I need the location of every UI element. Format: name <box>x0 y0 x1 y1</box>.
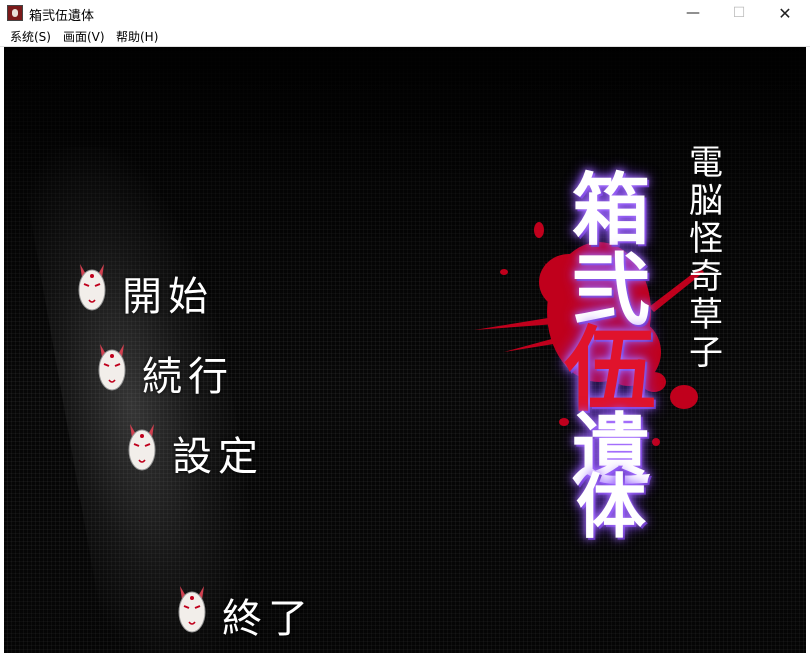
menu-start-label: 開始 <box>122 274 214 320</box>
kitsune-mask-icon <box>78 264 106 311</box>
menu-continue-label: 続行 <box>142 354 234 400</box>
menu-quit-label: 終了 <box>222 596 314 642</box>
logo-char-1: 箱 <box>572 165 651 256</box>
kitsune-mask-icon <box>128 424 156 471</box>
menu-view[interactable]: 画面(V) <box>63 28 105 45</box>
game-canvas[interactable]: 箱 弐 伍 遺 体 電脳怪奇草子 開始 続行 設定 終了 <box>4 47 806 653</box>
menu-settings-label: 設定 <box>172 434 264 480</box>
minimize-button[interactable]: — <box>670 0 716 27</box>
logo-char-5: 体 <box>576 465 646 548</box>
app-icon <box>7 5 23 21</box>
window-titlebar: 箱弐伍遺体 — ☐ ✕ <box>0 0 810 27</box>
kitsune-mask-icon <box>98 344 126 391</box>
logo-char-3: 伍 <box>564 316 657 424</box>
menu-system[interactable]: 系统(S) <box>10 28 51 45</box>
window-title: 箱弐伍遺体 <box>29 9 95 24</box>
logo-subtitle: 電脳怪奇草子 <box>689 143 723 373</box>
maximize-button[interactable]: ☐ <box>716 0 762 27</box>
menu-help[interactable]: 帮助(H) <box>116 28 158 45</box>
menubar: 系统(S) 画面(V) 帮助(H) <box>0 27 810 47</box>
close-button[interactable]: ✕ <box>762 0 808 27</box>
game-logo: 箱 弐 伍 遺 体 電脳怪奇草子 <box>464 112 724 542</box>
kitsune-mask-icon <box>178 586 206 633</box>
